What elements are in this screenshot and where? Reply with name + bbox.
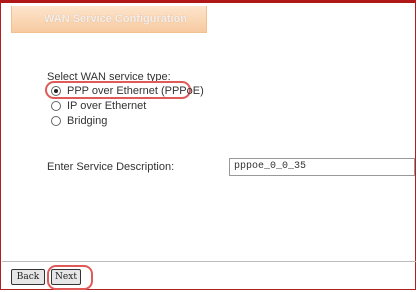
back-button[interactable]: Back: [11, 269, 45, 285]
radio-option-label: Bridging: [67, 115, 108, 127]
radio-option-pppoe[interactable]: PPP over Ethernet (PPPoE): [51, 85, 204, 97]
radio-option-label: IP over Ethernet: [67, 100, 147, 112]
service-description-label: Enter Service Description:: [47, 161, 175, 173]
radio-option-label: PPP over Ethernet (PPPoE): [67, 85, 204, 97]
radio-unchecked-icon[interactable]: [51, 101, 61, 111]
wan-config-panel: WAN Service Configuration Select WAN ser…: [0, 0, 416, 290]
service-description-input[interactable]: pppoe_0_0_35: [229, 158, 415, 176]
page-title: WAN Service Configuration: [44, 13, 188, 25]
radio-option-bridging[interactable]: Bridging: [51, 115, 107, 127]
section-header-tab: WAN Service Configuration: [11, 6, 207, 33]
radio-unchecked-icon[interactable]: [51, 116, 61, 126]
radio-option-ipoe[interactable]: IP over Ethernet: [51, 100, 146, 112]
next-button[interactable]: Next: [51, 269, 81, 285]
footer-divider: [2, 261, 416, 262]
radio-checked-icon[interactable]: [51, 86, 61, 96]
